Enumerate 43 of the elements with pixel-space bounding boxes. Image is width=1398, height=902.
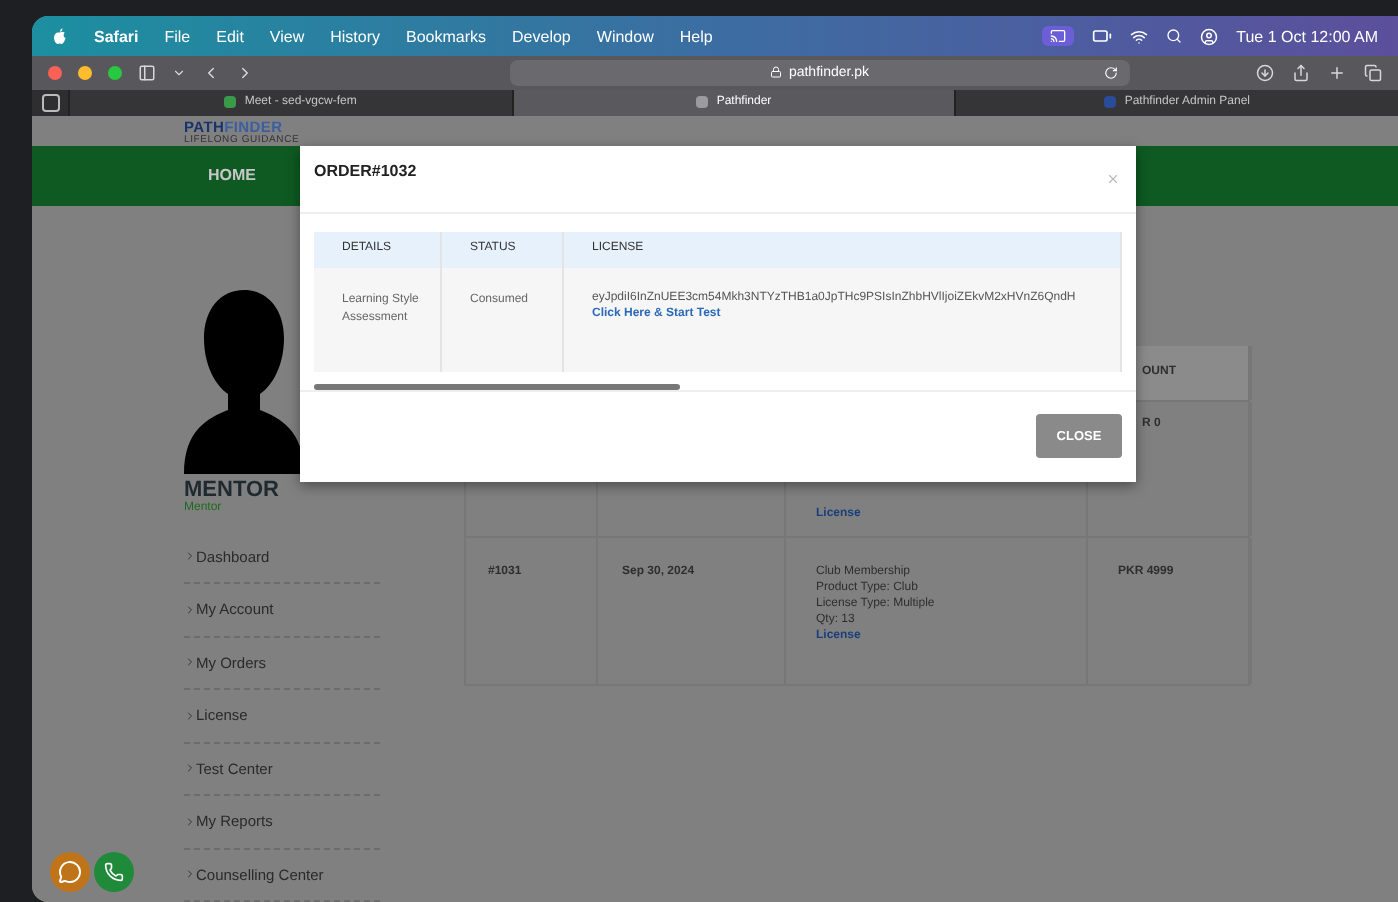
chevron-right-icon xyxy=(184,603,196,616)
menu-item[interactable]: View xyxy=(269,27,305,46)
chevron-right-icon xyxy=(184,815,196,828)
chevron-right-icon xyxy=(184,709,196,722)
download-icon[interactable] xyxy=(1256,63,1274,82)
menu-item[interactable]: Help xyxy=(679,27,713,46)
chevron-right-icon xyxy=(184,550,196,563)
menu-item[interactable]: Edit xyxy=(216,27,244,46)
menu-item[interactable]: Window xyxy=(596,27,654,46)
menu-item[interactable]: Bookmarks xyxy=(406,27,487,46)
scrollbar[interactable] xyxy=(314,383,680,389)
whatsapp-icon[interactable] xyxy=(94,852,134,892)
zoom-window-icon[interactable] xyxy=(108,65,122,80)
back-icon[interactable] xyxy=(202,63,220,82)
chat-icon[interactable] xyxy=(50,852,90,892)
battery-icon[interactable] xyxy=(1092,26,1113,47)
profile-name: MENTOR xyxy=(184,477,281,501)
new-tab-icon[interactable] xyxy=(1328,63,1346,82)
chevron-right-icon xyxy=(184,868,196,881)
user-icon[interactable] xyxy=(1200,27,1219,46)
wifi-icon[interactable] xyxy=(1130,27,1149,46)
search-icon[interactable] xyxy=(1166,28,1183,45)
menu-item[interactable]: History xyxy=(330,27,381,46)
menu-item[interactable]: Safari xyxy=(94,27,139,46)
share-icon[interactable] xyxy=(1292,63,1310,82)
clock[interactable]: Tue 1 Oct 12:00 AM xyxy=(1236,27,1378,46)
sidebar-icon[interactable] xyxy=(138,63,156,82)
chevron-down-icon[interactable] xyxy=(172,65,186,80)
menu-item[interactable]: Develop xyxy=(512,27,571,46)
apple-logo-icon[interactable] xyxy=(52,27,68,46)
pinned-tab-icon[interactable] xyxy=(41,93,59,112)
chevron-right-icon xyxy=(184,656,196,669)
lock-icon xyxy=(770,66,783,79)
menu-item[interactable]: File xyxy=(164,27,191,46)
forward-icon[interactable] xyxy=(236,63,254,82)
nav-link[interactable]: HOME xyxy=(208,166,256,184)
close-window-icon[interactable] xyxy=(48,65,62,80)
reload-icon[interactable] xyxy=(1104,65,1118,80)
minimize-window-icon[interactable] xyxy=(78,65,92,80)
dialog-title: ORDER#1032 xyxy=(314,161,417,179)
screen-mirroring-icon[interactable] xyxy=(1042,26,1075,47)
chevron-right-icon xyxy=(184,762,196,775)
tabs-overview-icon[interactable] xyxy=(1364,63,1382,82)
